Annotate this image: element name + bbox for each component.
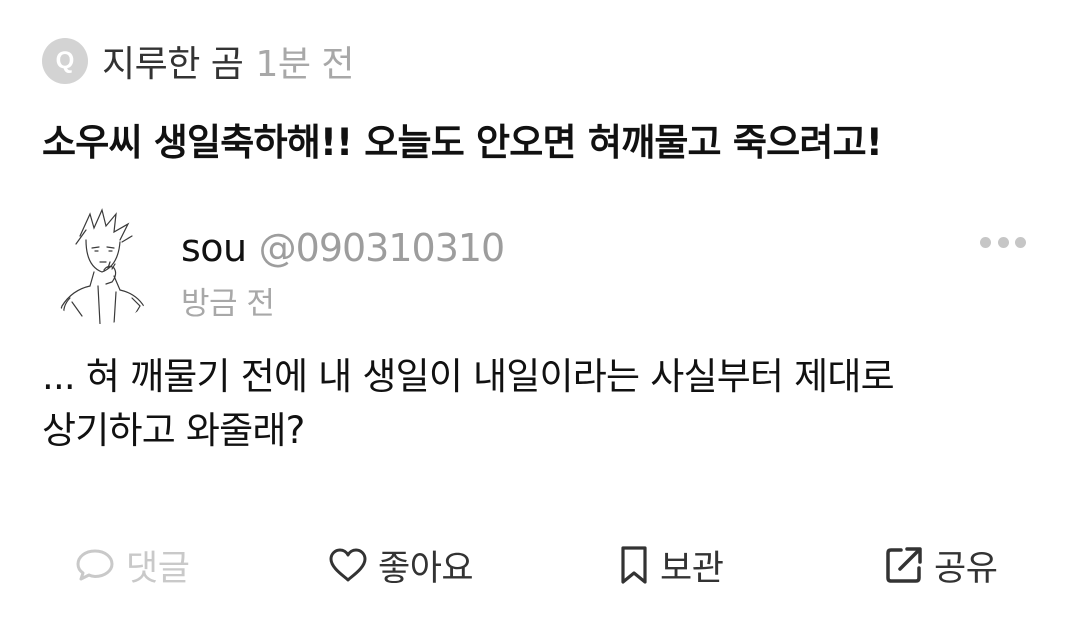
question-badge-icon: Q (42, 38, 88, 84)
answerer-handle[interactable]: @090310310 (259, 226, 506, 270)
save-button[interactable]: 보관 (618, 538, 724, 592)
comment-label: 댓글 (126, 548, 190, 589)
avatar[interactable] (42, 206, 160, 324)
bookmark-icon (618, 545, 650, 585)
more-dots-icon (997, 236, 1009, 248)
comment-button[interactable]: 댓글 (74, 538, 190, 592)
answer-timestamp: 방금 전 (181, 286, 275, 322)
avatar-sketch-icon (42, 206, 160, 324)
share-icon (884, 545, 924, 585)
more-dots-icon (1015, 236, 1026, 248)
question-header: Q 지루한 곰 1분 전 (42, 35, 355, 87)
answer-text-line: ... 혀 깨물기 전에 내 생일이 내일이라는 사실부터 제대로 (42, 355, 895, 398)
heart-icon (328, 547, 368, 583)
asker-name[interactable]: 지루한 곰 (102, 35, 244, 87)
like-button[interactable]: 좋아요 (328, 538, 474, 592)
save-label: 보관 (660, 548, 724, 589)
answerer-name[interactable]: sou (181, 226, 247, 270)
question-timestamp: 1분 전 (255, 44, 355, 85)
action-bar: 댓글 좋아요 보관 공유 (0, 538, 1080, 592)
question-text: 소우씨 생일축하해!! 오늘도 안오면 혀깨물고 죽으려고! (42, 121, 883, 164)
share-button[interactable]: 공유 (884, 538, 998, 592)
more-options-button[interactable] (980, 230, 1026, 254)
more-dots-icon (980, 236, 991, 248)
answer-text-line: 상기하고 와줄래? (42, 409, 305, 452)
like-label: 좋아요 (378, 548, 474, 589)
answer-text: ... 혀 깨물기 전에 내 생일이 내일이라는 사실부터 제대로 상기하고 와… (42, 350, 1042, 458)
share-label: 공유 (934, 548, 998, 589)
comment-bubble-icon (74, 547, 116, 583)
question-badge-label: Q (55, 47, 75, 74)
answerer-line: sou @090310310 (181, 226, 506, 270)
